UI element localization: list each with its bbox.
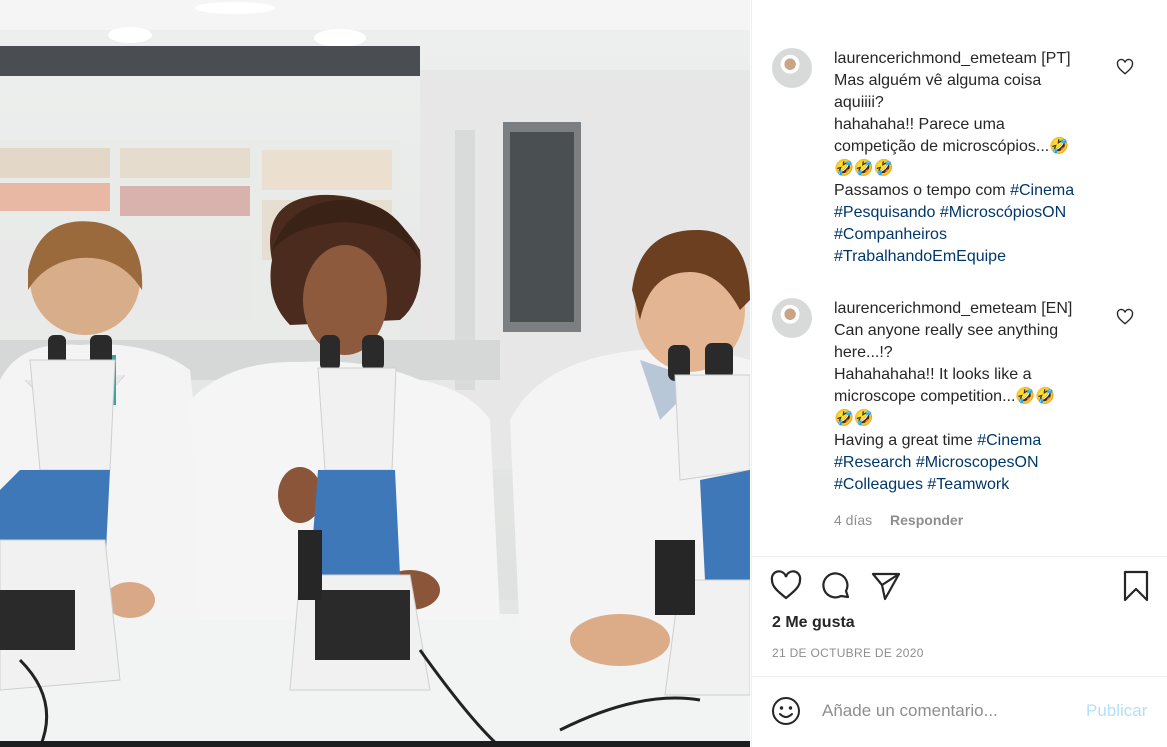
comment-lang-tag: [PT] bbox=[1041, 50, 1071, 67]
post-actions: 2 Me gusta 21 DE OCTUBRE DE 2020 bbox=[752, 556, 1167, 676]
post-photo[interactable] bbox=[0, 0, 750, 747]
comment-line: hahahaha!! Parece uma bbox=[834, 116, 1005, 133]
comment-line: Can anyone really see anything bbox=[834, 322, 1059, 339]
hashtag-link[interactable]: #TrabalhandoEmEquipe bbox=[834, 248, 1006, 265]
comment-input[interactable] bbox=[822, 697, 1072, 725]
smiley-icon[interactable] bbox=[770, 695, 802, 727]
avatar[interactable] bbox=[772, 48, 812, 88]
reply-button[interactable]: Responder bbox=[890, 512, 963, 528]
hashtag-link[interactable]: #MicroscopesON bbox=[916, 454, 1039, 471]
comment-line: competição de microscópios...🤣 bbox=[834, 138, 1070, 155]
comment-line: here...!? bbox=[834, 344, 893, 361]
heart-icon[interactable] bbox=[770, 570, 802, 602]
comment-age: 4 días bbox=[834, 512, 873, 528]
post-date[interactable]: 21 DE OCTUBRE DE 2020 bbox=[772, 646, 924, 660]
hashtag-link[interactable]: #Companheiros bbox=[834, 226, 947, 243]
hashtag-link[interactable]: #Cinema bbox=[1010, 182, 1074, 199]
hashtag-link[interactable]: #MicroscópiosON bbox=[940, 204, 1066, 221]
lab-scene-illustration bbox=[0, 0, 750, 747]
post-side-panel: laurencerichmond_emeteam [PT] Mas alguém… bbox=[751, 0, 1167, 747]
comment-text: laurencerichmond_emeteam [PT] Mas alguém… bbox=[834, 48, 1102, 268]
publish-button[interactable]: Publicar bbox=[1086, 701, 1147, 721]
heart-outline-icon[interactable] bbox=[1116, 58, 1134, 76]
comment-bubble-icon[interactable] bbox=[820, 570, 852, 602]
comment-line: Mas alguém vê alguma coisa bbox=[834, 72, 1042, 89]
comment-line: 🤣🤣 bbox=[834, 410, 874, 427]
bookmark-icon[interactable] bbox=[1120, 570, 1152, 602]
clipped-meta-line bbox=[834, 285, 924, 289]
hashtag-link[interactable]: #Research bbox=[834, 454, 911, 471]
avatar[interactable] bbox=[772, 298, 812, 338]
comment-username[interactable]: laurencerichmond_emeteam bbox=[834, 50, 1037, 67]
comment-line: Hahahahaha!! It looks like a bbox=[834, 366, 1032, 383]
comment-line: microscope competition...🤣🤣 bbox=[834, 388, 1056, 405]
comment-username[interactable]: laurencerichmond_emeteam bbox=[834, 300, 1037, 317]
heart-outline-icon[interactable] bbox=[1116, 308, 1134, 326]
hashtag-intro: Passamos o tempo com bbox=[834, 182, 1006, 199]
hashtag-link[interactable]: #Cinema bbox=[977, 432, 1041, 449]
comment-lang-tag: [EN] bbox=[1041, 300, 1073, 317]
hashtag-link[interactable]: #Teamwork bbox=[927, 476, 1009, 493]
hashtag-intro: Having a great time bbox=[834, 432, 973, 449]
add-comment-bar: Publicar bbox=[752, 676, 1167, 747]
likes-count[interactable]: 2 Me gusta bbox=[772, 614, 855, 632]
comment-text: laurencerichmond_emeteam [EN] Can anyone… bbox=[834, 298, 1102, 496]
comment-line: 🤣🤣🤣 bbox=[834, 160, 894, 177]
photo-bottom-edge bbox=[0, 741, 750, 747]
comment-meta: 4 días Responder bbox=[834, 512, 977, 528]
comment-line: aquiiii? bbox=[834, 94, 884, 111]
hashtag-link[interactable]: #Pesquisando bbox=[834, 204, 935, 221]
paper-plane-icon[interactable] bbox=[870, 570, 902, 602]
hashtag-link[interactable]: #Colleagues bbox=[834, 476, 923, 493]
comments-list[interactable]: laurencerichmond_emeteam [PT] Mas alguém… bbox=[752, 0, 1167, 556]
